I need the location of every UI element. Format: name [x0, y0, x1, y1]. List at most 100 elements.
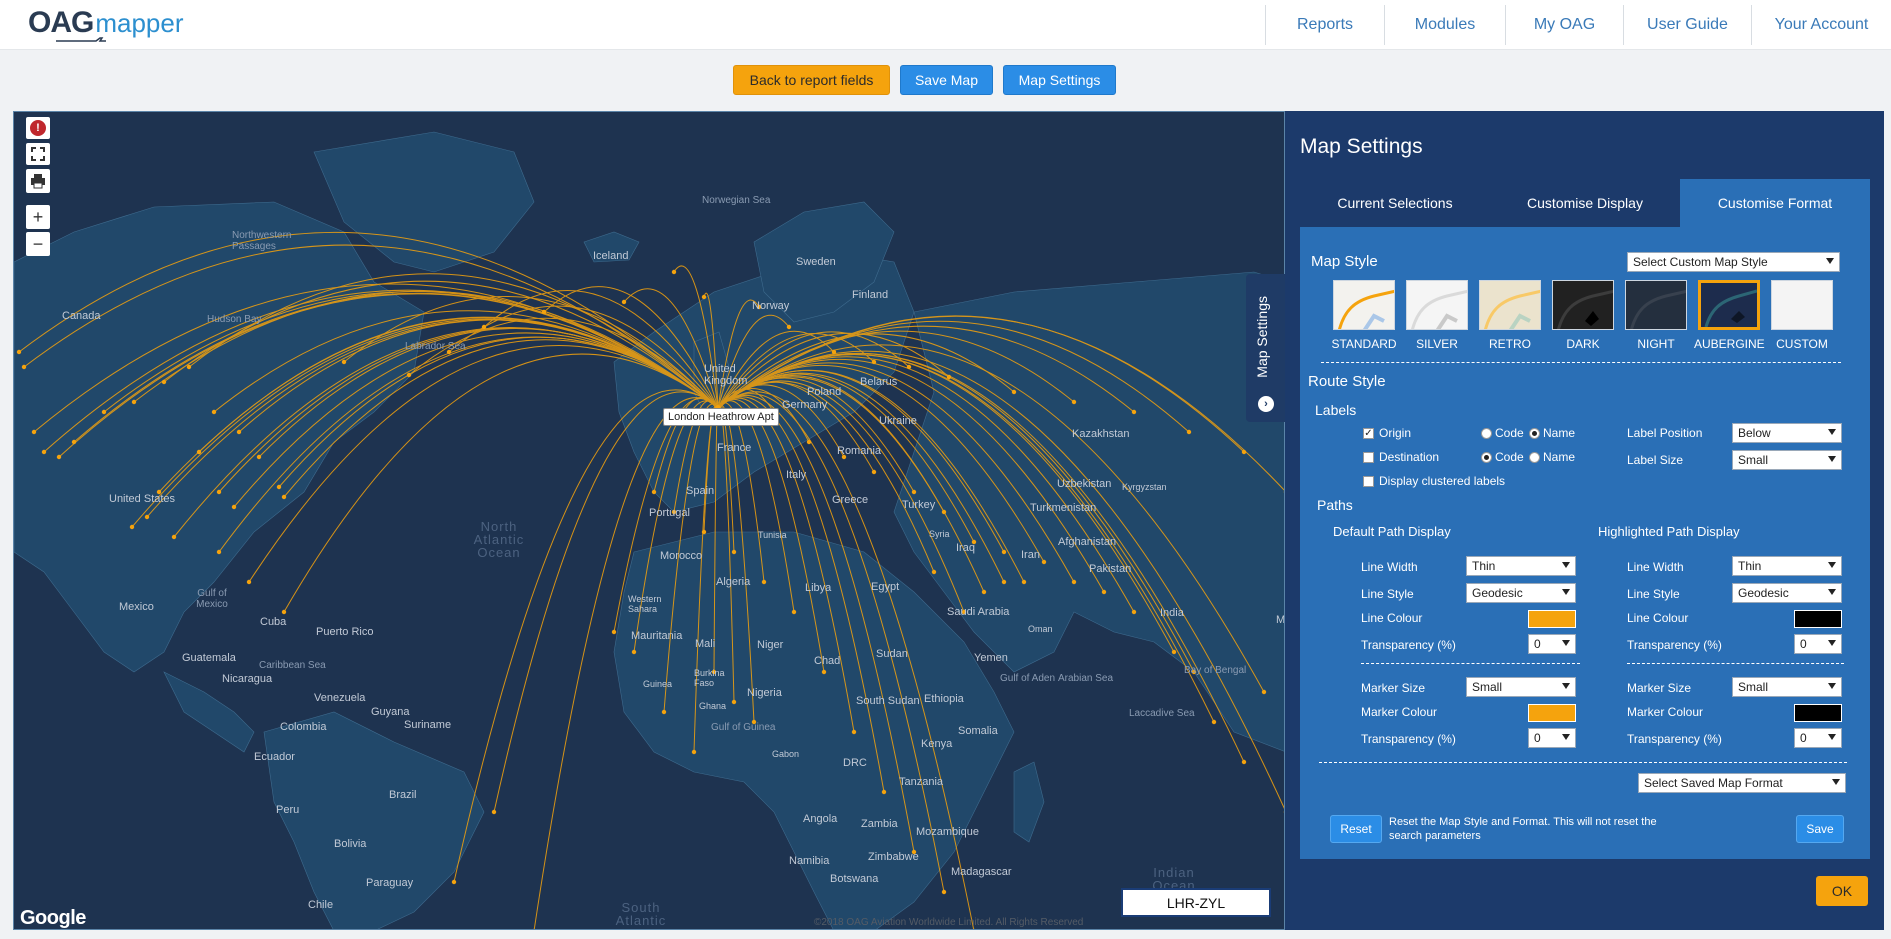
destination-marker[interactable] — [256, 454, 262, 460]
destination-marker[interactable] — [731, 699, 737, 705]
destination-marker[interactable] — [196, 449, 202, 455]
nav-user-guide[interactable]: User Guide — [1623, 5, 1751, 45]
label-size-select[interactable]: Small — [1732, 450, 1842, 470]
destination-marker[interactable] — [881, 789, 887, 795]
highlighted-line-colour-swatch[interactable] — [1794, 610, 1842, 628]
back-to-report-fields-button[interactable]: Back to report fields — [733, 65, 890, 95]
style-thumb-night[interactable] — [1625, 280, 1687, 330]
destination-marker[interactable] — [406, 372, 412, 378]
label-position-select[interactable]: Below — [1732, 423, 1842, 443]
destination-marker[interactable] — [1071, 579, 1077, 585]
style-thumb-standard[interactable] — [1333, 280, 1395, 330]
destination-marker[interactable] — [611, 629, 617, 635]
saved-map-format-select[interactable]: Select Saved Map Format — [1638, 773, 1846, 793]
highlighted-marker-size-select[interactable]: Small — [1732, 677, 1842, 697]
tab-current-selections[interactable]: Current Selections — [1300, 179, 1490, 227]
destination-marker[interactable] — [1261, 689, 1267, 695]
destination-name-radio[interactable] — [1529, 452, 1540, 463]
destination-marker[interactable] — [1241, 449, 1247, 455]
print-icon[interactable] — [26, 169, 50, 193]
destination-marker[interactable] — [41, 449, 47, 455]
save-map-button[interactable]: Save Map — [900, 65, 993, 95]
origin-checkbox[interactable]: ✓ — [1363, 428, 1374, 439]
destination-marker[interactable] — [171, 534, 177, 540]
destination-marker[interactable] — [806, 439, 812, 445]
destination-marker[interactable] — [276, 484, 282, 490]
destination-marker[interactable] — [1071, 399, 1077, 405]
ok-button[interactable]: OK — [1816, 876, 1868, 906]
clustered-labels-checkbox[interactable] — [1363, 476, 1374, 487]
destination-marker[interactable] — [281, 609, 287, 615]
destination-marker[interactable] — [1101, 589, 1107, 595]
destination-marker[interactable] — [941, 889, 947, 895]
zoom-in-button[interactable]: + — [26, 205, 50, 229]
destination-marker[interactable] — [831, 349, 837, 355]
destination-marker[interactable] — [101, 409, 107, 415]
highlighted-marker-colour-swatch[interactable] — [1794, 704, 1842, 722]
destination-marker[interactable] — [941, 509, 947, 515]
destination-marker[interactable] — [786, 324, 792, 330]
style-thumb-silver[interactable] — [1406, 280, 1468, 330]
alert-icon[interactable]: ! — [26, 117, 50, 139]
style-thumb-custom[interactable] — [1771, 280, 1833, 330]
nav-my-oag[interactable]: My OAG — [1505, 5, 1623, 45]
destination-marker[interactable] — [731, 549, 737, 555]
destination-marker[interactable] — [981, 589, 987, 595]
destination-marker[interactable] — [31, 429, 37, 435]
destination-marker[interactable] — [236, 429, 242, 435]
destination-marker[interactable] — [911, 489, 917, 495]
destination-marker[interactable] — [144, 514, 150, 520]
destination-marker[interactable] — [1041, 559, 1047, 565]
destination-marker[interactable] — [71, 439, 77, 445]
zoom-out-button[interactable]: − — [26, 232, 50, 256]
default-marker-colour-swatch[interactable] — [1528, 704, 1576, 722]
destination-marker[interactable] — [231, 504, 237, 510]
destination-marker[interactable] — [871, 359, 877, 365]
destination-marker[interactable] — [1021, 579, 1027, 585]
destination-marker[interactable] — [661, 709, 667, 715]
default-transparency-select[interactable]: 0 — [1528, 634, 1576, 654]
destination-marker[interactable] — [1186, 429, 1192, 435]
route-map[interactable]: ! + − Canada United States Mexico Cuba P… — [13, 111, 1285, 930]
nav-reports[interactable]: Reports — [1265, 5, 1384, 45]
origin-name-radio[interactable] — [1529, 428, 1540, 439]
nav-your-account[interactable]: Your Account — [1751, 5, 1891, 45]
destination-marker[interactable] — [246, 579, 252, 585]
nav-modules[interactable]: Modules — [1384, 5, 1505, 45]
default-marker-size-select[interactable]: Small — [1466, 677, 1576, 697]
destination-marker[interactable] — [216, 489, 222, 495]
destination-marker[interactable] — [186, 364, 192, 370]
destination-marker[interactable] — [691, 749, 697, 755]
highlighted-marker-transparency-select[interactable]: 0 — [1794, 728, 1842, 748]
default-line-colour-swatch[interactable] — [1528, 610, 1576, 628]
highlighted-transparency-select[interactable]: 0 — [1794, 634, 1842, 654]
destination-marker[interactable] — [211, 409, 217, 415]
destination-marker[interactable] — [281, 494, 287, 500]
destination-marker[interactable] — [161, 379, 167, 385]
destination-marker[interactable] — [701, 529, 707, 535]
destination-marker[interactable] — [1241, 759, 1247, 765]
destination-marker[interactable] — [1171, 649, 1177, 655]
destination-marker[interactable] — [341, 359, 347, 365]
destination-marker[interactable] — [621, 299, 627, 305]
destination-marker[interactable] — [1011, 389, 1017, 395]
destination-marker[interactable] — [1001, 549, 1007, 555]
style-thumb-dark[interactable] — [1552, 280, 1614, 330]
style-thumb-retro[interactable] — [1479, 280, 1541, 330]
style-thumb-aubergine[interactable] — [1698, 280, 1760, 330]
destination-marker[interactable] — [631, 649, 637, 655]
origin-code-radio[interactable] — [1481, 428, 1492, 439]
tab-customise-format[interactable]: Customise Format — [1680, 179, 1870, 227]
save-format-button[interactable]: Save — [1796, 815, 1844, 843]
reset-button[interactable]: Reset — [1330, 815, 1382, 843]
default-marker-transparency-select[interactable]: 0 — [1528, 728, 1576, 748]
destination-code-radio[interactable] — [1481, 452, 1492, 463]
destination-marker[interactable] — [701, 294, 707, 300]
fullscreen-icon[interactable] — [26, 143, 50, 165]
destination-marker[interactable] — [541, 309, 547, 315]
destination-marker[interactable] — [1131, 609, 1137, 615]
destination-marker[interactable] — [871, 469, 877, 475]
destination-marker[interactable] — [761, 579, 767, 585]
tab-customise-display[interactable]: Customise Display — [1490, 179, 1680, 227]
destination-marker[interactable] — [791, 609, 797, 615]
